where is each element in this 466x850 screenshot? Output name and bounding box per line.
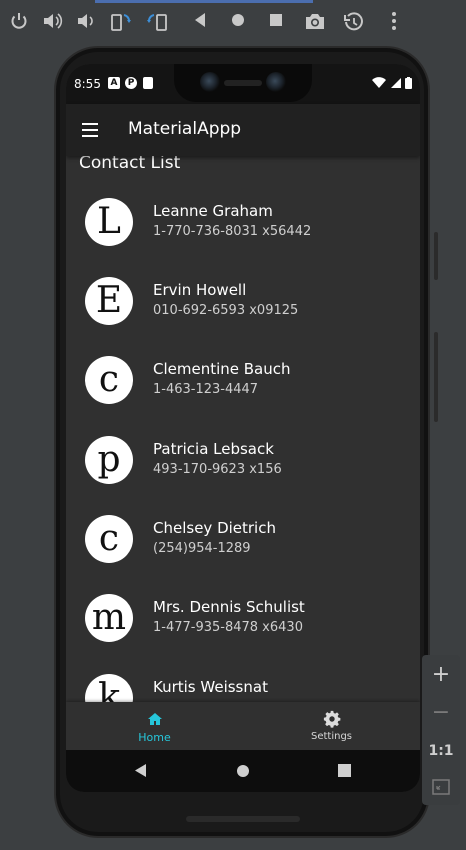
- home-icon: [147, 713, 162, 725]
- contact-phone: 1-477-935-8478 x6430: [153, 620, 303, 635]
- contact-name: Chelsey Dietrich: [153, 519, 276, 537]
- list-item[interactable]: L Leanne Graham 1-770-736-8031 x56442: [66, 198, 420, 277]
- avatar: c: [85, 356, 133, 404]
- rotate-right-icon[interactable]: [145, 11, 169, 35]
- bottom-navigation: Home Settings: [66, 702, 420, 750]
- avatar: E: [85, 277, 133, 325]
- earpiece-speaker: [224, 80, 262, 86]
- avatar: k: [85, 674, 133, 702]
- contact-phone: 493-170-9623 x156: [153, 462, 282, 477]
- list-item[interactable]: k Kurtis Weissnat: [66, 674, 420, 702]
- list-item[interactable]: m Mrs. Dennis Schulist 1-477-935-8478 x6…: [66, 594, 420, 673]
- volume-rocker: [434, 232, 438, 280]
- notification-a-icon: A: [108, 77, 120, 89]
- contact-name: Leanne Graham: [153, 202, 273, 220]
- contact-phone: 1-463-123-4447: [153, 382, 259, 397]
- contact-name: Clementine Bauch: [153, 360, 291, 378]
- power-icon[interactable]: [7, 11, 31, 35]
- contact-name: Mrs. Dennis Schulist: [153, 598, 305, 616]
- app-bar: MaterialAppp: [66, 104, 420, 156]
- nav-home[interactable]: Home: [66, 702, 243, 750]
- more-options-icon[interactable]: [382, 11, 406, 35]
- battery-icon: [405, 77, 412, 89]
- contact-phone: 010-692-6593 x09125: [153, 303, 299, 318]
- contact-name: Patricia Lebsack: [153, 440, 274, 458]
- nav-settings[interactable]: Settings: [243, 702, 420, 750]
- nav-settings-label: Settings: [310, 731, 352, 742]
- list-header: Contact List: [79, 156, 181, 173]
- gear-icon: [323, 710, 340, 728]
- contact-name: Kurtis Weissnat: [153, 678, 268, 696]
- list-item[interactable]: c Chelsey Dietrich (254)954-1289: [66, 515, 420, 594]
- list-item[interactable]: E Ervin Howell 010-692-6593 x09125: [66, 277, 420, 356]
- avatar: c: [85, 515, 133, 563]
- contact-name: Ervin Howell: [153, 281, 247, 299]
- toolbar-accent-strip: [95, 0, 313, 3]
- system-navigation-bar: [66, 750, 420, 792]
- nav-home-label: Home: [138, 731, 171, 744]
- home-circle-icon[interactable]: [226, 11, 250, 35]
- rotate-left-icon[interactable]: [109, 11, 133, 35]
- app-title: MaterialAppp: [128, 119, 242, 139]
- back-icon[interactable]: [188, 11, 212, 35]
- signal-icon: [390, 78, 401, 88]
- camera-notch: [174, 64, 312, 102]
- status-time: 8:55: [74, 77, 101, 91]
- avatar: m: [85, 594, 133, 642]
- avatar: L: [85, 198, 133, 246]
- fit-screen-icon[interactable]: [422, 771, 460, 807]
- wifi-icon: [372, 77, 386, 88]
- actual-size-button[interactable]: 1:1: [422, 733, 460, 769]
- volume-up-icon[interactable]: [40, 11, 64, 35]
- emulator-zoom-panel: + − 1:1: [422, 655, 460, 805]
- notification-p-icon: P: [125, 77, 137, 89]
- snapshot-restore-icon[interactable]: [342, 11, 366, 35]
- overview-icon[interactable]: [264, 11, 288, 35]
- notification-card-icon: [143, 77, 153, 89]
- system-home-icon[interactable]: [236, 764, 250, 778]
- zoom-out-button[interactable]: −: [422, 695, 460, 731]
- hamburger-menu-icon[interactable]: [80, 120, 100, 140]
- contact-phone: (254)954-1289: [153, 541, 251, 556]
- avatar: p: [85, 436, 133, 484]
- contact-phone: 1-770-736-8031 x56442: [153, 224, 312, 239]
- camera-icon[interactable]: [303, 11, 327, 35]
- list-item[interactable]: p Patricia Lebsack 493-170-9623 x156: [66, 436, 420, 515]
- emulator-toolbar: [0, 0, 466, 46]
- zoom-in-button[interactable]: +: [422, 657, 460, 693]
- status-bar: 8:55 A P: [66, 64, 420, 104]
- device-screen: 8:55 A P MaterialAppp Contact List L Lea…: [66, 64, 420, 792]
- list-item[interactable]: c Clementine Bauch 1-463-123-4447: [66, 356, 420, 435]
- power-rocker: [434, 332, 438, 422]
- system-back-icon[interactable]: [134, 763, 148, 778]
- volume-down-icon[interactable]: [74, 11, 98, 35]
- front-camera-right: [266, 72, 286, 92]
- contact-list[interactable]: Contact List L Leanne Graham 1-770-736-8…: [66, 156, 420, 702]
- phone-bottom-speaker: [186, 816, 300, 822]
- system-recents-icon[interactable]: [338, 764, 351, 777]
- front-camera-left: [200, 72, 220, 92]
- status-right-icons: [372, 77, 412, 92]
